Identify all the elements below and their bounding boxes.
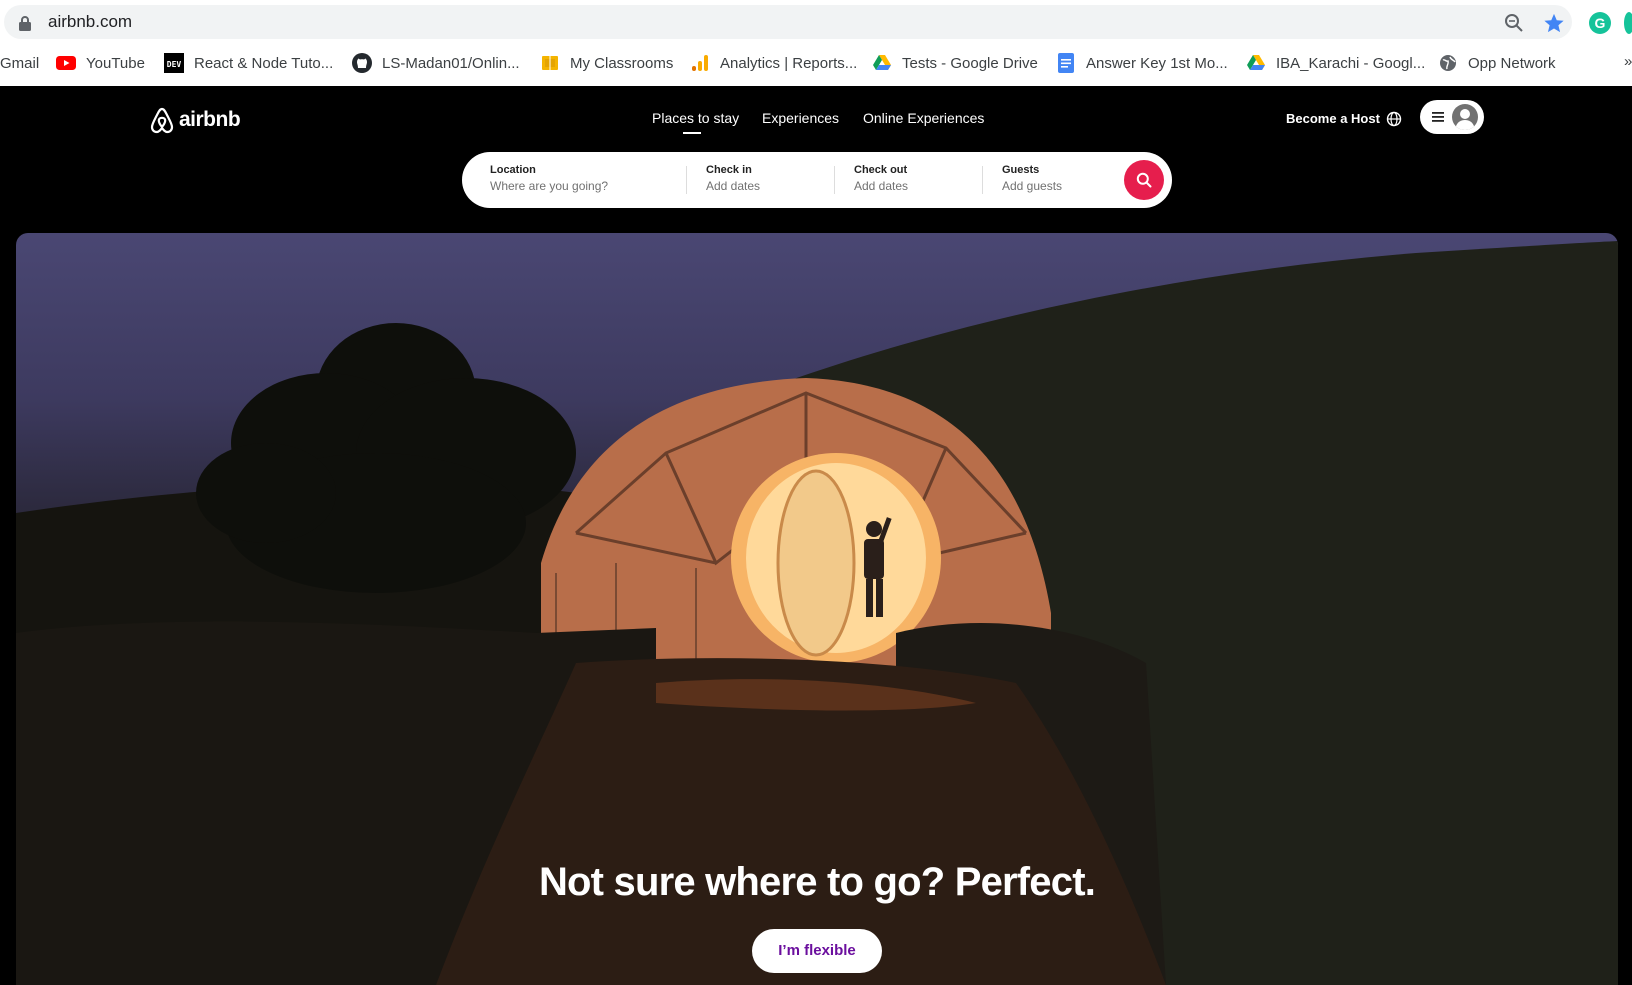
bookmark-label: Tests - Google Drive: [902, 54, 1038, 72]
check-in-label: Check in: [706, 164, 752, 176]
tab-experiences[interactable]: Experiences: [762, 110, 839, 126]
grammarly-extension-icon[interactable]: G: [1589, 12, 1611, 34]
hamburger-icon: [1432, 112, 1444, 122]
search-button[interactable]: [1124, 160, 1164, 200]
url-text[interactable]: airbnb.com: [48, 12, 132, 32]
drive-icon: [1246, 53, 1266, 73]
browser-chrome: airbnb.com G Gmail YouTube DEV React & N…: [0, 0, 1632, 86]
check-in-value: Add dates: [706, 179, 761, 193]
bookmark-gmail[interactable]: Gmail: [0, 51, 39, 75]
bookmark-label: YouTube: [86, 54, 145, 72]
hero-title: Not sure where to go? Perfect.: [538, 860, 1096, 904]
bookmark-label: React & Node Tuto...: [194, 54, 334, 72]
hero-banner: Not sure where to go? Perfect. I’m flexi…: [16, 233, 1618, 985]
bookmark-answer-key[interactable]: Answer Key 1st Mo...: [1056, 51, 1228, 75]
github-icon: [352, 53, 372, 73]
user-menu-button[interactable]: [1420, 100, 1484, 134]
bookmark-classrooms[interactable]: My Classrooms: [540, 51, 673, 75]
bookmark-iba-karachi[interactable]: IBA_Karachi - Googl...: [1246, 51, 1425, 75]
bookmarks-bar: Gmail YouTube DEV React & Node Tuto... L…: [0, 48, 1632, 78]
active-tab-indicator: [683, 132, 701, 134]
im-flexible-button[interactable]: I’m flexible: [752, 929, 882, 973]
bookmark-youtube[interactable]: YouTube: [56, 51, 145, 75]
check-out-label: Check out: [854, 164, 908, 176]
globe-icon: [1438, 53, 1458, 73]
bookmark-analytics[interactable]: Analytics | Reports...: [690, 51, 857, 75]
bookmark-label: Gmail: [0, 54, 40, 72]
segment-divider: [686, 166, 687, 194]
tab-places-to-stay[interactable]: Places to stay: [652, 110, 739, 126]
avatar: [1452, 104, 1478, 130]
zoom-icon[interactable]: [1504, 13, 1524, 33]
bookmark-opp-network[interactable]: Opp Network: [1438, 51, 1556, 75]
bookmark-tests-drive[interactable]: Tests - Google Drive: [872, 51, 1038, 75]
check-out-segment[interactable]: Check out Add dates: [854, 164, 1024, 193]
bookmark-label: LS-Madan01/Onlin...: [382, 54, 520, 72]
location-input[interactable]: [490, 179, 660, 193]
bookmark-label: IBA_Karachi - Googl...: [1276, 54, 1426, 72]
user-silhouette-icon: [1455, 109, 1475, 130]
bookmark-label: Answer Key 1st Mo...: [1086, 54, 1228, 72]
airbnb-belo-icon: [150, 107, 174, 134]
analytics-icon: [690, 53, 710, 73]
segment-divider: [982, 166, 983, 194]
lock-icon: [19, 16, 31, 31]
search-bar: Location Check in Add dates Check out Ad…: [462, 152, 1172, 208]
airbnb-logo[interactable]: airbnb: [149, 106, 241, 134]
tab-online-experiences[interactable]: Online Experiences: [863, 110, 984, 126]
become-a-host-link[interactable]: Become a Host: [1286, 111, 1380, 126]
bookmark-github[interactable]: LS-Madan01/Onlin...: [352, 51, 520, 75]
bookmark-label: My Classrooms: [570, 54, 674, 72]
classroom-icon: [540, 53, 560, 73]
location-segment[interactable]: Location: [490, 164, 660, 193]
language-globe-icon[interactable]: [1386, 111, 1402, 127]
bookmark-label: Opp Network: [1468, 54, 1556, 72]
drive-icon: [872, 53, 892, 73]
address-bar[interactable]: airbnb.com: [4, 5, 1572, 39]
check-out-value: Add dates: [854, 179, 909, 193]
location-label: Location: [490, 164, 536, 176]
bookmark-label: Analytics | Reports...: [720, 54, 858, 72]
dev-icon: DEV: [164, 53, 184, 73]
svg-text:DEV: DEV: [167, 60, 182, 69]
extension-icon[interactable]: [1624, 12, 1632, 34]
site-header: airbnb Places to stay Experiences Online…: [0, 86, 1632, 233]
docs-icon: [1056, 53, 1076, 73]
more-bookmarks-button[interactable]: »: [1624, 53, 1632, 70]
search-icon: [1136, 172, 1152, 188]
segment-divider: [834, 166, 835, 194]
bookmark-dev[interactable]: DEV React & Node Tuto...: [164, 51, 333, 75]
logo-text: airbnb: [179, 108, 241, 131]
youtube-icon: [56, 53, 76, 73]
bookmark-star-icon[interactable]: [1543, 12, 1565, 34]
check-in-segment[interactable]: Check in Add dates: [706, 164, 876, 193]
